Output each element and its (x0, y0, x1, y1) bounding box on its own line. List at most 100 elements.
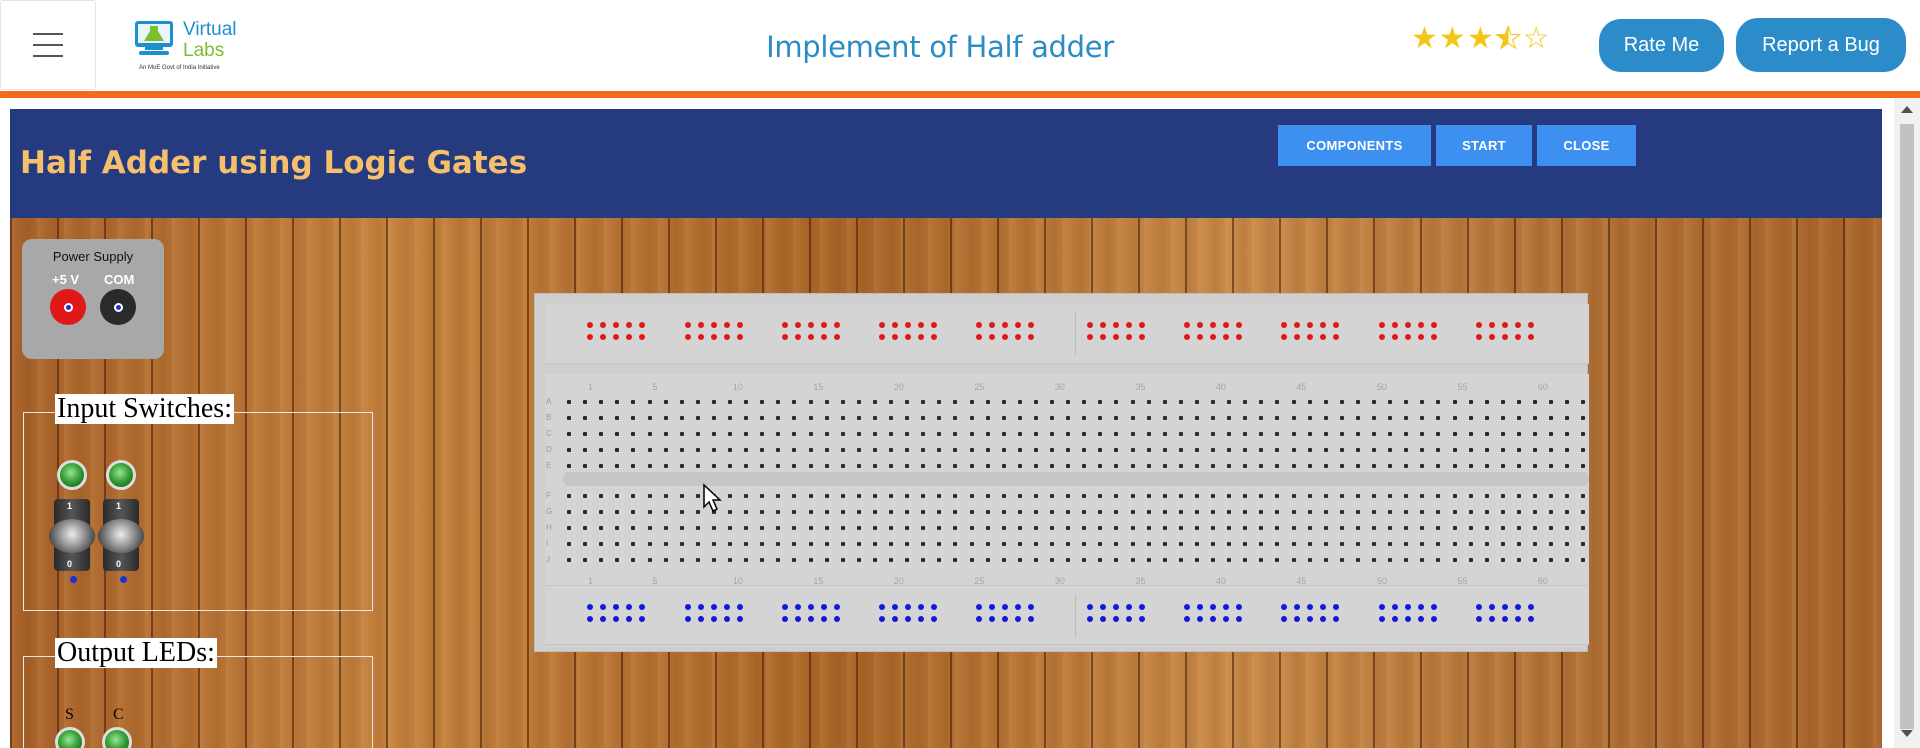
breadboard-hole[interactable] (808, 526, 813, 530)
breadboard-hole[interactable] (1323, 510, 1328, 514)
breadboard-hole[interactable] (1291, 526, 1296, 530)
breadboard-hole[interactable] (599, 448, 604, 452)
power-rail-hole[interactable] (587, 334, 593, 340)
breadboard-hole[interactable] (1516, 558, 1521, 562)
breadboard-hole[interactable] (921, 542, 926, 546)
power-rail-hole[interactable] (1210, 334, 1216, 340)
breadboard-hole[interactable] (840, 526, 845, 530)
breadboard-hole[interactable] (583, 542, 588, 546)
breadboard-hole[interactable] (663, 432, 668, 436)
power-rail-hole[interactable] (1100, 334, 1106, 340)
breadboard-hole[interactable] (1114, 494, 1119, 498)
power-rail-hole[interactable] (1236, 322, 1242, 328)
breadboard-hole[interactable] (1146, 526, 1151, 530)
breadboard-hole[interactable] (1211, 510, 1215, 514)
ground-rail-hole[interactable] (1489, 616, 1495, 622)
breadboard-hole[interactable] (840, 494, 845, 498)
breadboard-hole[interactable] (1436, 416, 1441, 420)
breadboard-hole[interactable] (1307, 400, 1312, 404)
breadboard-hole[interactable] (615, 526, 620, 530)
breadboard-hole[interactable] (744, 558, 749, 562)
power-rail-hole[interactable] (989, 322, 995, 328)
breadboard-hole[interactable] (985, 416, 990, 420)
breadboard-hole[interactable] (1468, 558, 1473, 562)
ground-rail-hole[interactable] (1087, 604, 1093, 610)
com-terminal[interactable] (100, 289, 136, 325)
breadboard-hole[interactable] (599, 526, 604, 530)
power-rail-hole[interactable] (711, 334, 717, 340)
breadboard-hole[interactable] (1130, 464, 1135, 468)
breadboard-hole[interactable] (1581, 510, 1586, 514)
ground-rail-hole[interactable] (1333, 616, 1339, 622)
breadboard-hole[interactable] (840, 510, 845, 514)
breadboard-hole[interactable] (1082, 558, 1087, 562)
breadboard-hole[interactable] (1372, 494, 1376, 498)
breadboard-hole[interactable] (808, 432, 813, 436)
breadboard-hole[interactable] (905, 558, 910, 562)
breadboard-hole[interactable] (1146, 432, 1151, 436)
ground-rail-hole[interactable] (782, 616, 788, 622)
breadboard-hole[interactable] (1243, 558, 1248, 562)
breadboard-hole[interactable] (1017, 448, 1022, 452)
breadboard-hole[interactable] (808, 510, 813, 514)
power-rail-hole[interactable] (1223, 334, 1229, 340)
breadboard-hole[interactable] (969, 448, 974, 452)
breadboard-hole[interactable] (695, 542, 700, 546)
breadboard-hole[interactable] (1323, 464, 1328, 468)
ground-rail-hole[interactable] (1236, 616, 1242, 622)
breadboard-hole[interactable] (856, 510, 861, 514)
ground-rail-hole[interactable] (1489, 604, 1495, 610)
ground-rail-hole[interactable] (737, 616, 743, 622)
breadboard-hole[interactable] (1307, 494, 1312, 498)
ground-rail-hole[interactable] (918, 616, 924, 622)
breadboard-hole[interactable] (1323, 400, 1328, 404)
breadboard-hole[interactable] (1420, 464, 1425, 468)
power-rail-hole[interactable] (1184, 334, 1190, 340)
breadboard-hole[interactable] (840, 448, 845, 452)
breadboard-hole[interactable] (792, 526, 797, 530)
power-rail-hole[interactable] (1223, 322, 1229, 328)
breadboard-hole[interactable] (1549, 494, 1554, 498)
ground-rail-hole[interactable] (639, 604, 645, 610)
breadboard-hole[interactable] (840, 558, 845, 562)
ground-rail-hole[interactable] (795, 604, 801, 610)
breadboard-hole[interactable] (744, 400, 749, 404)
breadboard-hole[interactable] (1162, 464, 1167, 468)
breadboard-hole[interactable] (856, 432, 861, 436)
breadboard-hole[interactable] (889, 494, 893, 498)
breadboard-hole[interactable] (776, 448, 781, 452)
breadboard-hole[interactable] (1001, 432, 1006, 436)
breadboard-hole[interactable] (1001, 526, 1006, 530)
breadboard-hole[interactable] (1146, 510, 1151, 514)
breadboard-hole[interactable] (1420, 432, 1425, 436)
breadboard-hole[interactable] (728, 510, 732, 514)
breadboard-hole[interactable] (1259, 448, 1264, 452)
breadboard-hole[interactable] (1178, 400, 1183, 404)
power-rail-hole[interactable] (834, 334, 840, 340)
breadboard-hole[interactable] (776, 558, 781, 562)
breadboard-hole[interactable] (663, 542, 668, 546)
breadboard-hole[interactable] (840, 400, 845, 404)
ground-rail-hole[interactable] (1126, 616, 1132, 622)
breadboard-hole[interactable] (1323, 432, 1328, 436)
breadboard-hole[interactable] (1452, 510, 1457, 514)
breadboard-hole[interactable] (1516, 448, 1521, 452)
power-rail-hole[interactable] (1307, 334, 1313, 340)
breadboard-hole[interactable] (599, 558, 604, 562)
star-full-icon[interactable]: ★ (1439, 24, 1466, 54)
power-rail-hole[interactable] (1392, 334, 1398, 340)
breadboard-hole[interactable] (824, 400, 829, 404)
breadboard-hole[interactable] (728, 432, 732, 436)
breadboard-hole[interactable] (679, 494, 684, 498)
breadboard-hole[interactable] (1017, 464, 1022, 468)
breadboard-hole[interactable] (1194, 542, 1199, 546)
breadboard-hole[interactable] (1227, 494, 1232, 498)
breadboard-hole[interactable] (1404, 416, 1409, 420)
breadboard-hole[interactable] (1194, 448, 1199, 452)
breadboard-hole[interactable] (711, 416, 716, 420)
ground-rail-hole[interactable] (1197, 616, 1203, 622)
breadboard-hole[interactable] (969, 558, 974, 562)
breadboard-hole[interactable] (760, 558, 765, 562)
breadboard-hole[interactable] (1516, 400, 1521, 404)
breadboard-hole[interactable] (1355, 448, 1360, 452)
